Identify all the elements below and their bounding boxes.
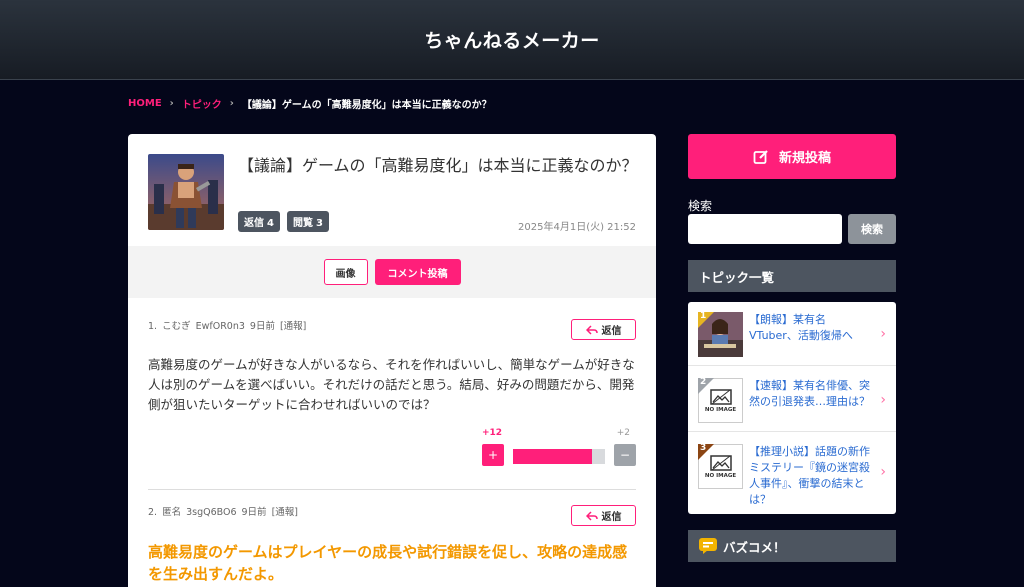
vote-widget: +12 +2 + − <box>482 428 636 468</box>
edit-icon <box>753 149 768 164</box>
topic-badges: 返信 4 閲覧 3 <box>238 211 329 232</box>
plus-vote-button[interactable]: + <box>482 444 504 466</box>
topic-list-item[interactable]: NO IMAGE 3 【推理小説】話題の新作ミステリー『鏡の迷宮殺人事件』、衝撃… <box>688 434 896 514</box>
site-title[interactable]: ちゃんねるメーカー <box>424 26 600 53</box>
comment-body: 高難易度のゲームが好きな人がいるなら、それを作ればいいし、簡単なゲームが好きな人… <box>148 357 635 412</box>
buzz-comment-header: バズコメ！ <box>688 530 896 562</box>
comment-id: EwfOR0n3 <box>195 321 245 332</box>
rank-number: 3 <box>700 444 707 453</box>
topic-panel: 【議論】ゲームの「高難易度化」は本当に正義なのか？ 返信 4 閲覧 3 2025年4… <box>128 134 656 587</box>
reply-count-badge: 返信 4 <box>238 211 280 232</box>
chevron-right-icon: › <box>880 464 886 480</box>
comment-meta: 1. こむぎ EwfOR0n3 9日前 [通報] <box>148 320 636 334</box>
comment-body-highlighted: 高難易度のゲームはプレイヤーの成長や試行錯誤を促し、攻略の達成感を生み出すんだよ… <box>148 543 628 583</box>
comment-number: 2. <box>148 507 158 518</box>
breadcrumb-topics[interactable]: トピック <box>182 96 222 111</box>
topic-title: 【議論】ゲームの「高難易度化」は本当に正義なのか？ <box>238 156 638 175</box>
chevron-right-icon: › <box>880 326 886 342</box>
topic-list-header: トピック一覧 <box>688 260 896 292</box>
topic-list-item[interactable]: 1 【朗報】某有名VTuber、活動復帰へ › <box>688 302 896 366</box>
search-label: 検索 <box>688 199 713 213</box>
reply-icon <box>585 510 598 521</box>
plus-count: +12 <box>482 428 503 438</box>
report-link[interactable]: [通報] <box>272 507 298 518</box>
minus-count: +2 <box>616 428 630 438</box>
comment-meta: 2. 匿名 3sgQ6BO6 9日前 [通報] <box>148 506 636 520</box>
comment-item: 2. 匿名 3sgQ6BO6 9日前 [通報] 返信 高難易度のゲームはプレイヤーの成長… <box>148 505 636 585</box>
topic-list-title[interactable]: 【速報】某有名俳優、突然の引退発表…理由は？ <box>749 378 873 410</box>
breadcrumb-home[interactable]: HOME <box>128 98 162 109</box>
topic-list-item[interactable]: NO IMAGE 2 【速報】某有名俳優、突然の引退発表…理由は？ › <box>688 368 896 432</box>
topic-list-title[interactable]: 【朗報】某有名VTuber、活動復帰へ <box>749 312 873 344</box>
topic-list: 1 【朗報】某有名VTuber、活動復帰へ › NO IMAGE 2 【速報】某… <box>688 302 896 514</box>
report-link[interactable]: [通報] <box>280 321 306 332</box>
rank-number: 1 <box>700 312 707 321</box>
comment-time: 9日前 <box>241 507 267 518</box>
vote-ratio-bar <box>513 449 605 464</box>
topic-list-thumbnail: NO IMAGE 2 <box>698 378 743 423</box>
image-button[interactable]: 画像 <box>323 259 368 285</box>
reply-button[interactable]: 返信 <box>571 319 636 340</box>
search-button[interactable]: 検索 <box>848 214 896 244</box>
breadcrumb: HOME › トピック › 【議論】ゲームの「高難易度化」は本当に正義なのか？ <box>128 96 492 111</box>
rank-number: 2 <box>700 378 707 387</box>
comment-number: 1. <box>148 321 158 332</box>
comment-author: こむぎ <box>162 321 191 332</box>
reply-icon <box>585 324 598 335</box>
comment-author: 匿名 <box>162 507 182 518</box>
comment-item: 1. こむぎ EwfOR0n3 9日前 [通報] 返信 高難易度のゲームが好きな人がいる… <box>148 319 636 466</box>
site-header: ちゃんねるメーカー <box>0 0 1024 80</box>
action-bar: 画像 コメント投稿 <box>128 246 656 298</box>
chat-bubble-icon <box>699 538 717 554</box>
breadcrumb-separator: › <box>229 98 234 109</box>
vote-ratio-fill <box>513 449 592 464</box>
topic-list-title[interactable]: 【推理小説】話題の新作ミステリー『鏡の迷宮殺人事件』、衝撃の結末とは？ <box>749 444 873 508</box>
reply-button[interactable]: 返信 <box>571 505 636 526</box>
view-count-badge: 閲覧 3 <box>286 211 329 232</box>
comment-time: 9日前 <box>249 321 275 332</box>
breadcrumb-separator: › <box>169 98 174 109</box>
chevron-right-icon: › <box>880 392 886 408</box>
comment-divider <box>148 489 636 490</box>
search-input[interactable] <box>688 214 842 244</box>
topic-list-thumbnail: 1 <box>698 312 743 357</box>
topic-date: 2025年4月1日(火) 21:52 <box>518 222 636 233</box>
breadcrumb-current: 【議論】ゲームの「高難易度化」は本当に正義なのか？ <box>241 100 492 111</box>
topic-list-thumbnail: NO IMAGE 3 <box>698 444 743 489</box>
topic-thumbnail[interactable] <box>148 154 224 230</box>
comment-post-button[interactable]: コメント投稿 <box>374 259 461 285</box>
comment-id: 3sgQ6BO6 <box>186 507 237 518</box>
new-post-button[interactable]: 新規投稿 <box>688 134 896 179</box>
minus-vote-button[interactable]: − <box>614 444 636 466</box>
